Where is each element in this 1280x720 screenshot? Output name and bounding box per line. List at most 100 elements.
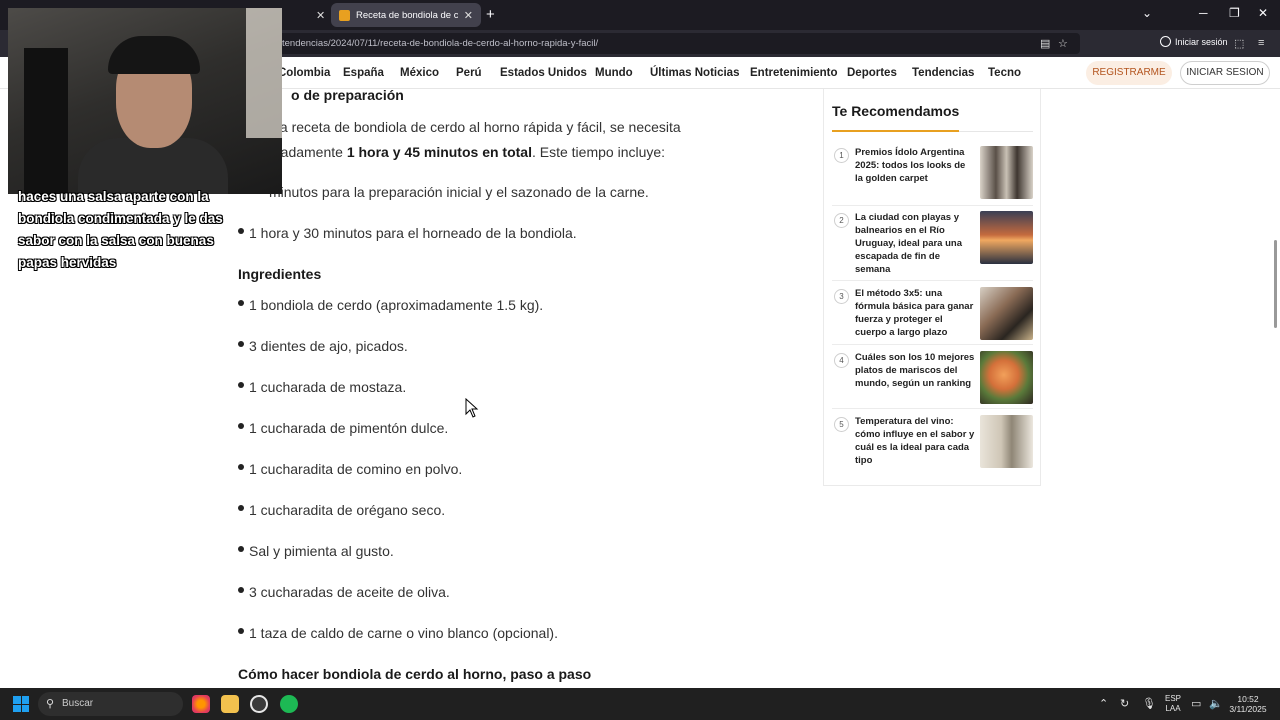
nav-item-deportes[interactable]: Deportes	[847, 67, 897, 79]
bullet-dot-icon	[238, 505, 244, 512]
list-item: 1 cucharadita de orégano seco.	[238, 502, 445, 518]
minimize-icon[interactable]: ─	[1199, 6, 1208, 20]
recommendation-text[interactable]: El método 3x5: una fórmula básica para g…	[855, 287, 975, 339]
nav-item-colombia[interactable]: Colombia	[278, 67, 330, 79]
nav-item-tecno[interactable]: Tecno	[988, 67, 1021, 79]
list-item: 3 dientes de ajo, picados.	[238, 338, 408, 354]
restore-icon[interactable]: ❐	[1229, 6, 1240, 20]
section-heading: o de preparación	[291, 87, 404, 103]
list-item: 3 cucharadas de aceite de oliva.	[238, 584, 450, 600]
taskbar-search[interactable]: ⚲ Buscar	[38, 692, 183, 716]
list-item-text: 1 cucharada de mostaza.	[249, 379, 407, 395]
recommendation-item[interactable]: 3 El método 3x5: una fórmula básica para…	[832, 287, 1033, 345]
nav-item-espana[interactable]: España	[343, 67, 384, 79]
url-field[interactable]: tendencias/2024/07/11/receta-de-bondiola…	[260, 33, 1080, 54]
recommendation-number: 1	[834, 148, 849, 163]
recommendation-text[interactable]: Premios Ídolo Argentina 2025: todos los …	[855, 146, 975, 185]
recommendation-text[interactable]: La ciudad con playas y balnearios en el …	[855, 211, 975, 276]
firefox-icon[interactable]	[192, 695, 210, 713]
intro-line-2: madamente 1 hora y 45 minutos en total. …	[269, 144, 665, 160]
microphone-icon[interactable]: 🎙	[1142, 697, 1156, 710]
tab-title: Receta de bondiola de cerdo al horno	[356, 9, 458, 21]
account-icon	[1160, 36, 1171, 47]
windows-taskbar: ⚲ Buscar ⌃ ↻ 🎙 ESP LAA ▭ 🔈 10:52 3/11/20…	[0, 688, 1280, 720]
nav-item-estados-unidos[interactable]: Estados Unidos	[500, 67, 587, 79]
bullet-dot-icon	[238, 628, 244, 635]
file-explorer-icon[interactable]	[221, 695, 239, 713]
recommendations-title: Te Recomendamos	[832, 103, 960, 119]
recommendation-text[interactable]: Temperatura del vino: cómo influye en el…	[855, 415, 975, 467]
intro-line-2-bold: 1 hora y 45 minutos en total	[346, 144, 532, 160]
language-indicator[interactable]: ESP LAA	[1164, 694, 1182, 714]
search-placeholder: Buscar	[62, 698, 94, 709]
nav-item-mundo[interactable]: Mundo	[595, 67, 633, 79]
person-cap	[108, 36, 200, 74]
menu-icon[interactable]: ≡	[1258, 37, 1264, 49]
signin-label: Iniciar sesión	[1175, 36, 1228, 47]
volume-icon[interactable]: 🔈	[1209, 697, 1223, 710]
list-item-text: 3 dientes de ajo, picados.	[249, 338, 408, 354]
recommendation-thumbnail[interactable]	[980, 351, 1033, 404]
recommendation-thumbnail[interactable]	[980, 146, 1033, 199]
nav-item-entretenimiento[interactable]: Entretenimiento	[750, 67, 838, 79]
recommendation-thumbnail[interactable]	[980, 287, 1033, 340]
list-item-text: 1 cucharadita de comino en polvo.	[249, 461, 463, 477]
tray-chevron-icon[interactable]: ⌃	[1099, 697, 1108, 710]
tab-recipe[interactable]: Receta de bondiola de cerdo al horno ✕	[331, 3, 481, 27]
nav-item-tendencias[interactable]: Tendencias	[912, 67, 974, 79]
bullet-dot-icon	[238, 382, 244, 389]
list-item-text: 1 cucharadita de orégano seco.	[249, 502, 446, 518]
close-tab-icon[interactable]: ✕	[464, 9, 473, 22]
tab-list-chevron-icon[interactable]: ⌄	[1142, 6, 1152, 20]
recommendation-item[interactable]: 1 Premios Ídolo Argentina 2025: todos lo…	[832, 146, 1033, 206]
recommendation-thumbnail[interactable]	[980, 211, 1033, 264]
new-tab-icon[interactable]: +	[486, 6, 495, 23]
nav-item-peru[interactable]: Perú	[456, 67, 482, 79]
recommendation-number: 5	[834, 417, 849, 432]
bookmark-star-icon[interactable]: ☆	[1058, 37, 1068, 50]
firefox-signin-button[interactable]: Iniciar sesión	[1160, 36, 1228, 47]
spotify-icon[interactable]	[280, 695, 298, 713]
reader-view-icon[interactable]: ▤	[1040, 37, 1050, 50]
recommendations-panel: Te Recomendamos 1 Premios Ídolo Argentin…	[823, 89, 1041, 486]
clock[interactable]: 10:52 3/11/2025	[1226, 694, 1270, 714]
recommendation-item[interactable]: 5 Temperatura del vino: cómo influye en …	[832, 415, 1033, 475]
bullet-dot-icon	[238, 300, 244, 307]
clock-time: 10:52	[1237, 694, 1259, 704]
list-item: 1 bondiola de cerdo (aproximadamente 1.5…	[238, 297, 543, 313]
recommendation-thumbnail[interactable]	[980, 415, 1033, 468]
list-item: 1 taza de caldo de carne o vino blanco (…	[238, 625, 558, 641]
register-button[interactable]: REGISTRARME	[1086, 61, 1172, 85]
list-item: 1 cucharadita de comino en polvo.	[238, 461, 462, 477]
bullet-dot-icon	[238, 464, 244, 471]
list-item: minutos para la preparación inicial y el…	[269, 184, 649, 200]
sync-icon[interactable]: ↻	[1120, 697, 1129, 710]
subtitle-caption: haces una salsa aparte con la bondiola c…	[18, 189, 223, 270]
intro-line-2-post: . Este tiempo incluye:	[531, 144, 666, 160]
nav-item-ultimas-noticias[interactable]: Últimas Noticias	[650, 67, 739, 79]
list-item-text: 1 cucharada de pimentón dulce.	[249, 420, 449, 436]
tab-inactive[interactable]: ✕	[282, 3, 326, 27]
bullet-dot-icon	[238, 423, 244, 430]
recommendation-item[interactable]: 2 La ciudad con playas y balnearios en e…	[832, 211, 1033, 281]
login-button[interactable]: INICIAR SESION	[1180, 61, 1270, 85]
recommendation-number: 2	[834, 213, 849, 228]
close-window-icon[interactable]: ✕	[1258, 6, 1268, 20]
list-item-text: 3 cucharadas de aceite de oliva.	[249, 584, 450, 600]
network-icon[interactable]: ▭	[1191, 697, 1201, 710]
page-scrollbar[interactable]	[1274, 240, 1277, 328]
close-tab-icon[interactable]: ✕	[316, 9, 325, 22]
steps-heading: Cómo hacer bondiola de cerdo al horno, p…	[238, 666, 592, 682]
extensions-icon[interactable]: ⬚	[1234, 37, 1244, 50]
recommendation-item[interactable]: 4 Cuáles son los 10 mejores platos de ma…	[832, 351, 1033, 409]
obs-icon[interactable]	[250, 695, 268, 713]
nav-item-mexico[interactable]: México	[400, 67, 439, 79]
ingredients-heading: Ingredientes	[238, 266, 322, 282]
bullet-dot-icon	[238, 228, 244, 235]
mouse-cursor-icon	[465, 398, 479, 418]
recommendation-number: 3	[834, 289, 849, 304]
list-item: 1 hora y 30 minutos para el horneado de …	[238, 225, 577, 241]
recommendation-text[interactable]: Cuáles son los 10 mejores platos de mari…	[855, 351, 975, 390]
bullet-dot-icon	[238, 546, 244, 553]
windows-start-icon[interactable]	[13, 696, 29, 712]
